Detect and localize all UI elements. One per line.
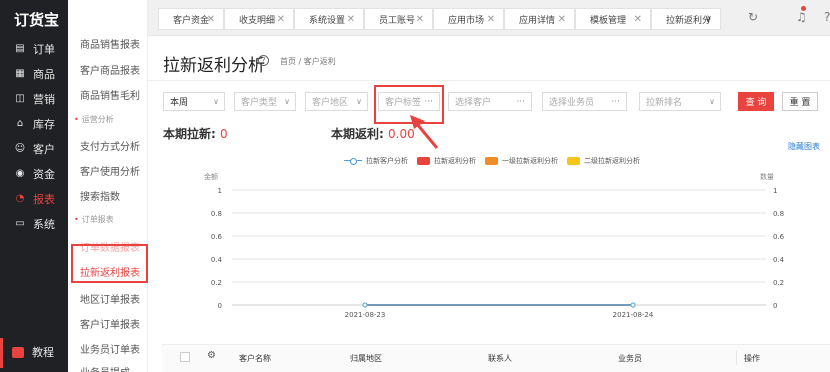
y-tick-label-right: 0.2 — [773, 279, 784, 287]
column-header: 业务员 — [618, 354, 642, 363]
line-chart: 金额 数量 0 0 0.2 0.2 0.4 0.4 0.6 0.6 0.8 0.8 1 1 2021-08-… — [204, 172, 785, 319]
y-tick-label-left: 1 — [218, 187, 222, 195]
data-point — [362, 302, 368, 308]
column-header: 联系人 — [488, 354, 512, 363]
y-tick-label-left: 0.6 — [211, 233, 223, 241]
y-tick-label-left: 0 — [218, 302, 222, 310]
y-tick-label-left: 0.2 — [211, 279, 222, 287]
app-root: { "app": {"logo": "订货宝"}, "sidebar": { "… — [0, 0, 830, 372]
select-all-checkbox[interactable] — [180, 352, 190, 362]
column-header: 客户名称 — [239, 354, 271, 363]
y-tick-label-right: 1 — [773, 187, 777, 195]
gear-icon[interactable]: ⚙ — [207, 350, 216, 361]
y-tick-label-right: 0.4 — [773, 256, 785, 264]
table-header: ⚙ 客户名称 归属地区 联系人 业务员 操作 — [162, 344, 830, 372]
data-point — [630, 302, 636, 308]
y-tick-label-right: 0 — [773, 302, 777, 310]
column-divider — [736, 351, 737, 365]
y-tick-label-right: 0.8 — [773, 210, 784, 218]
y-tick-label-left: 0.8 — [211, 210, 222, 218]
column-header: 操作 — [744, 354, 760, 363]
y-axis-label-left: 金额 — [204, 172, 218, 181]
y-axis-label-right: 数量 — [760, 172, 774, 181]
column-header: 归属地区 — [350, 354, 382, 363]
y-tick-label-left: 0.4 — [211, 256, 223, 264]
x-tick-label: 2021-08-24 — [613, 311, 654, 319]
x-tick-label: 2021-08-23 — [345, 311, 386, 319]
y-tick-label-right: 0.6 — [773, 233, 785, 241]
